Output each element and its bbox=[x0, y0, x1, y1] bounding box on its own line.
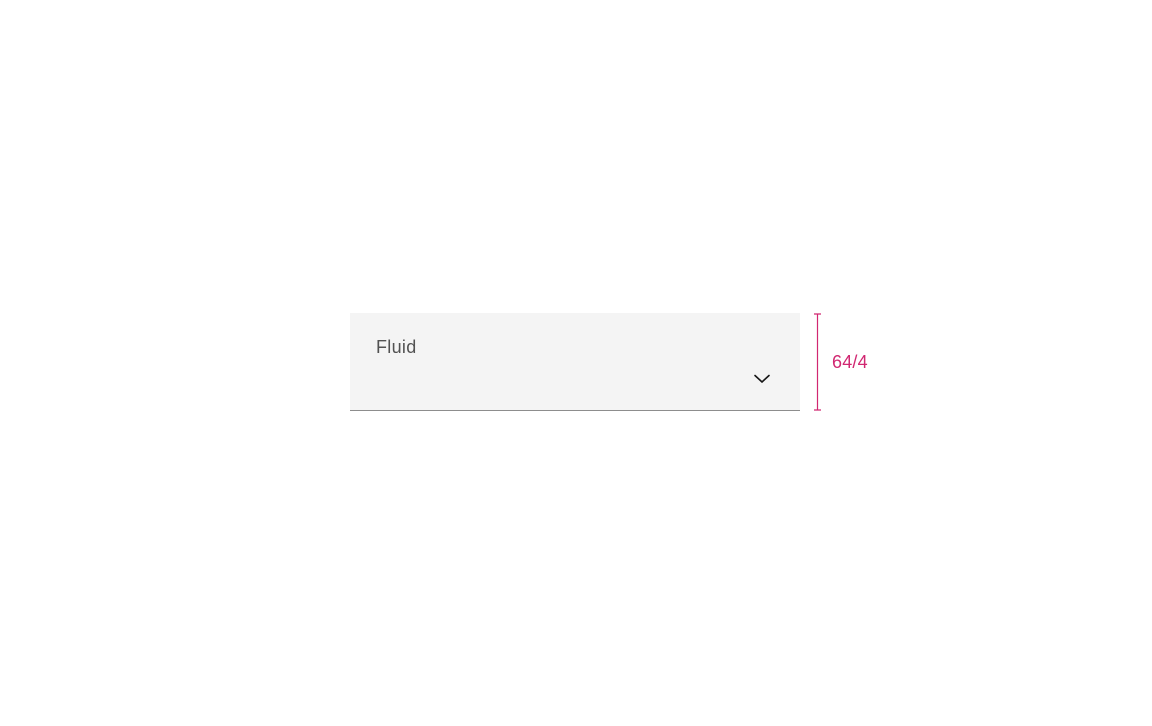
height-measurement: 64/4 bbox=[814, 313, 868, 411]
dropdown-spec-container: Fluid 64/4 bbox=[350, 313, 868, 411]
measurement-value: 64/4 bbox=[832, 352, 868, 373]
measurement-bracket-icon bbox=[814, 313, 822, 411]
chevron-down-icon bbox=[754, 371, 770, 387]
dropdown-field[interactable]: Fluid bbox=[350, 313, 800, 411]
dropdown-label: Fluid bbox=[376, 337, 417, 358]
